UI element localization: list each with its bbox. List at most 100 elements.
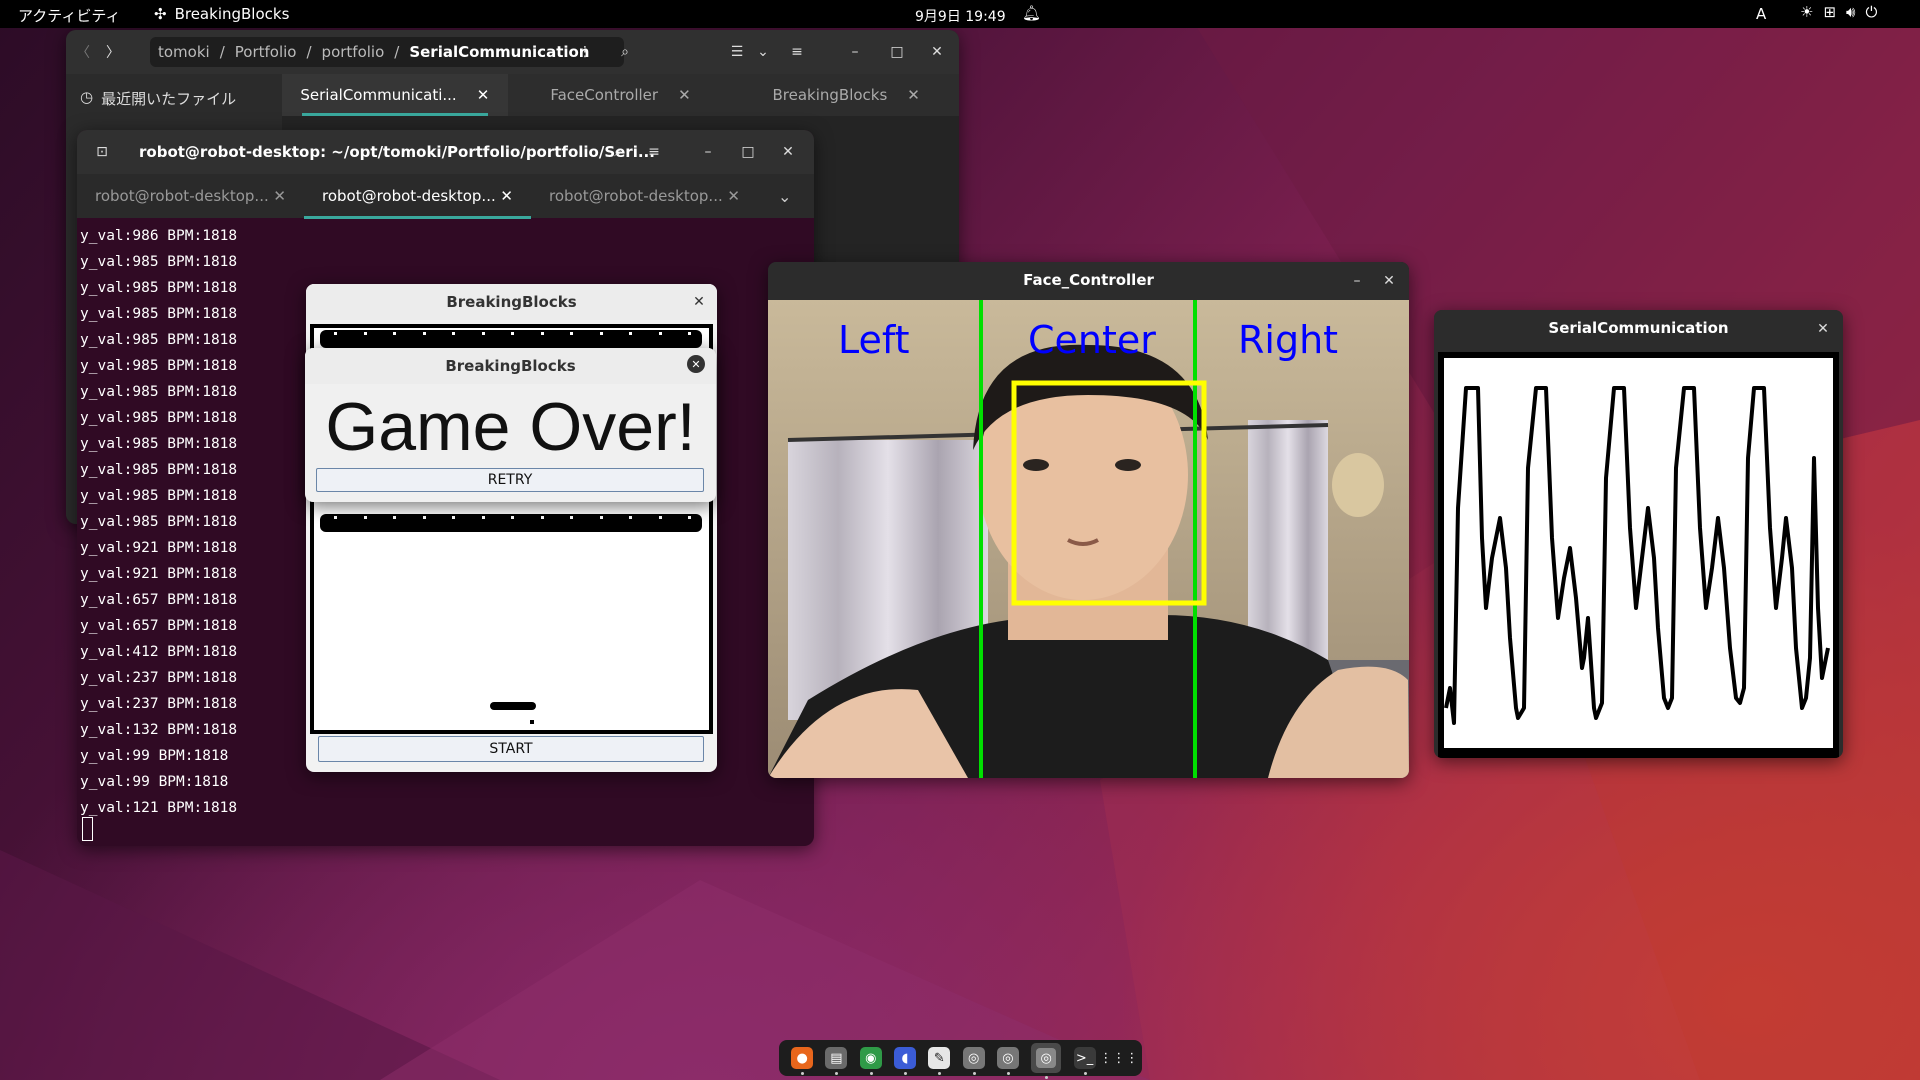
text-editor-icon[interactable]: ✎ — [928, 1047, 951, 1075]
block-seam — [570, 516, 573, 519]
app-window-icon[interactable]: ◎ — [962, 1047, 985, 1075]
block-seam — [452, 332, 455, 335]
close-icon[interactable]: ✕ — [273, 187, 286, 205]
breadcrumb-item[interactable]: tomoki — [158, 43, 210, 61]
files-icon[interactable]: ▤ — [825, 1047, 848, 1075]
app-name: BreakingBlocks — [174, 5, 290, 23]
terminal-line: y_val:985 BPM:1818 — [80, 436, 238, 452]
app-grid-icon[interactable]: ⋮⋮⋮ — [1099, 1047, 1138, 1069]
window-title: BreakingBlocks — [446, 293, 577, 311]
clock[interactable]: 9月9日 19:49 — [915, 6, 1006, 26]
menu-icon[interactable]: ≡ — [786, 41, 808, 63]
input-method-indicator[interactable]: A — [1756, 5, 1766, 23]
zone-label-center: Center — [1028, 318, 1156, 362]
terminal-line: y_val:985 BPM:1818 — [80, 254, 238, 270]
terminal-tab[interactable]: robot@robot-desktop... ✕ — [77, 187, 304, 205]
zone-label-right: Right — [1238, 318, 1339, 362]
block-row — [320, 330, 702, 348]
terminal-line: y_val:985 BPM:1818 — [80, 488, 238, 504]
terminal-tabs: robot@robot-desktop... ✕ robot@robot-desk… — [77, 174, 814, 219]
terminal-output[interactable]: y_val:986 BPM:1818 y_val:985 BPM:1818 y_va… — [80, 223, 237, 821]
block-seam — [334, 332, 337, 335]
terminal-line: y_val:412 BPM:1818 — [80, 644, 238, 660]
tab-label: BreakingBlocks — [772, 86, 888, 104]
minimize-icon[interactable]: – — [844, 41, 866, 63]
block-seam — [629, 516, 632, 519]
terminal-line: y_val:657 BPM:1818 — [80, 618, 238, 634]
tab-label: SerialCommunicati... — [300, 86, 457, 104]
terminal-icon[interactable]: >_ — [1073, 1047, 1096, 1075]
back-icon[interactable]: 〈 — [72, 41, 94, 63]
terminal-line: y_val:132 BPM:1818 — [80, 722, 238, 738]
menu-icon[interactable]: ≡ — [643, 141, 665, 163]
search-icon[interactable]: ⌕ — [614, 41, 636, 63]
breadcrumb[interactable]: tomoki / Portfolio / portfolio / SerialComm… — [150, 37, 624, 67]
ball — [530, 720, 534, 724]
app-window-icon-active[interactable]: ◎ — [1031, 1043, 1062, 1079]
block-seam — [540, 332, 544, 335]
block-seam — [481, 332, 485, 335]
block-seam — [658, 516, 662, 519]
terminal-line: y_val:985 BPM:1818 — [80, 332, 238, 348]
start-button[interactable]: START — [318, 736, 704, 762]
close-icon[interactable]: ✕ — [688, 291, 710, 313]
maximize-icon[interactable]: □ — [886, 41, 908, 63]
list-view-icon[interactable]: ☰ — [726, 41, 748, 63]
firefox-icon[interactable]: ● — [791, 1047, 814, 1075]
path-menu-icon[interactable]: ⋮ — [574, 41, 596, 63]
block-seam — [422, 332, 426, 335]
terminal-line: y_val:985 BPM:1818 — [80, 306, 238, 322]
minimize-icon[interactable]: – — [697, 141, 719, 163]
sidebar-item-recent[interactable]: ◷ 最近開いたファイル — [80, 88, 236, 109]
close-icon[interactable]: ✕ — [1812, 318, 1834, 340]
block-row — [320, 514, 702, 532]
block-seam — [511, 332, 514, 335]
close-icon[interactable]: ✕ — [678, 86, 691, 104]
block-seam — [570, 332, 573, 335]
terminal-headerbar: ⊡ robot@robot-desktop: ~/opt/tomoki/Port… — [77, 130, 814, 174]
close-icon[interactable]: ✕ — [777, 141, 799, 163]
paddle[interactable] — [490, 702, 536, 710]
block-seam — [688, 332, 691, 335]
terminal-line: y_val:985 BPM:1818 — [80, 358, 238, 374]
chevron-down-icon[interactable]: ⌄ — [752, 41, 774, 63]
terminal-line: y_val:237 BPM:1818 — [80, 670, 238, 686]
waveform-plot — [1438, 352, 1839, 758]
app-icon: ✣ — [154, 5, 167, 23]
minimize-icon[interactable]: – — [1346, 270, 1368, 292]
tab-breakingblocks[interactable]: BreakingBlocks ✕ — [733, 74, 959, 116]
close-icon[interactable]: ✕ — [477, 86, 490, 104]
new-tab-icon[interactable]: ⊡ — [91, 141, 113, 163]
bell-icon[interactable]: 🔔︎ — [1022, 4, 1041, 22]
close-icon[interactable]: ✕ — [926, 41, 948, 63]
close-icon[interactable]: ✕ — [907, 86, 920, 104]
system-tray[interactable]: ☀ ⊞ 🔊︎ ⏻ — [1800, 3, 1877, 21]
block-seam — [599, 516, 603, 519]
tab-facecontroller[interactable]: FaceController ✕ — [508, 74, 734, 116]
breadcrumb-item[interactable]: portfolio — [322, 43, 385, 61]
game-over-message: Game Over! — [325, 389, 696, 465]
power-icon: ⏻ — [1865, 3, 1878, 21]
block-seam — [363, 332, 367, 335]
retry-button[interactable]: RETRY — [316, 468, 704, 492]
terminal-line: y_val:921 BPM:1818 — [80, 566, 238, 582]
maximize-icon[interactable]: □ — [737, 141, 759, 163]
breadcrumb-current[interactable]: SerialCommunication — [409, 43, 589, 61]
breadcrumb-item[interactable]: Portfolio — [235, 43, 297, 61]
close-icon[interactable]: ✕ — [727, 187, 740, 205]
close-icon[interactable]: ✕ — [500, 187, 513, 205]
face-headerbar: Face_Controller – ✕ — [768, 262, 1409, 300]
terminal-tab-active[interactable]: robot@robot-desktop... ✕ — [304, 187, 531, 219]
app-window-icon[interactable]: ◎ — [996, 1047, 1019, 1075]
terminal-tab[interactable]: robot@robot-desktop... ✕ — [531, 187, 758, 205]
close-icon[interactable]: ✕ — [687, 355, 705, 373]
discord-icon[interactable]: ◖ — [894, 1047, 917, 1075]
app-menu[interactable]: ✣ BreakingBlocks — [154, 5, 289, 23]
forward-icon[interactable]: 〉 — [102, 41, 124, 63]
tab-serialcommunication[interactable]: SerialCommunicati... ✕ — [282, 74, 508, 116]
close-icon[interactable]: ✕ — [1378, 270, 1400, 292]
activities-button[interactable]: アクティビティ — [18, 5, 120, 26]
search-icon[interactable]: ⌕ — [607, 141, 629, 163]
tabs-overflow-icon[interactable]: ⌄ — [778, 187, 791, 206]
chrome-icon[interactable]: ◉ — [859, 1047, 882, 1075]
